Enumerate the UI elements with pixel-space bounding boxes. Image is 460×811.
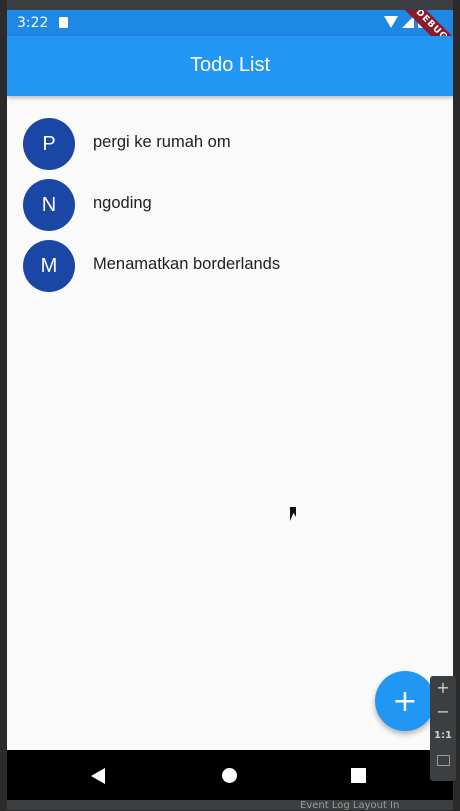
fit-screen-button[interactable] — [430, 748, 456, 772]
status-bar: 3:22 DEBUG — [7, 10, 453, 67]
todo-avatar: P — [23, 118, 75, 170]
android-nav-bar — [7, 750, 453, 800]
actual-size-button[interactable]: 1:1 — [430, 724, 456, 748]
recent-apps-icon[interactable] — [351, 768, 366, 783]
fit-screen-icon — [436, 754, 450, 766]
app-bar: Todo List — [7, 36, 453, 96]
todo-label: pergi ke rumah om — [93, 133, 231, 151]
add-todo-button[interactable]: + — [375, 671, 435, 731]
add-icon: + — [392, 683, 418, 719]
app-title: Todo List — [189, 54, 271, 76]
mouse-cursor-icon — [290, 507, 296, 521]
home-icon[interactable] — [222, 768, 237, 783]
zoom-in-button[interactable]: + — [430, 676, 456, 700]
todo-item[interactable]: M Menamatkan borderlands — [7, 236, 453, 297]
todo-avatar: N — [23, 179, 75, 231]
back-icon[interactable] — [91, 768, 105, 784]
sd-card-icon — [59, 17, 68, 28]
emulator-device: 3:22 DEBUG Todo List P pergi ke rumah om… — [7, 0, 453, 810]
todo-avatar: M — [23, 240, 75, 292]
phone-screen: 3:22 DEBUG Todo List P pergi ke rumah om… — [7, 10, 453, 750]
todo-list: P pergi ke rumah om N ngoding M Menamatk… — [7, 114, 453, 297]
ide-footer: Event Log Layout In — [300, 800, 400, 811]
todo-item[interactable]: N ngoding — [7, 175, 453, 236]
wifi-icon — [384, 15, 398, 28]
todo-item[interactable]: P pergi ke rumah om — [7, 114, 453, 175]
status-time: 3:22 — [17, 15, 49, 31]
todo-label: ngoding — [93, 194, 152, 212]
zoom-controls: + − 1:1 — [430, 676, 456, 781]
zoom-out-button[interactable]: − — [430, 700, 456, 724]
todo-label: Menamatkan borderlands — [93, 255, 281, 273]
